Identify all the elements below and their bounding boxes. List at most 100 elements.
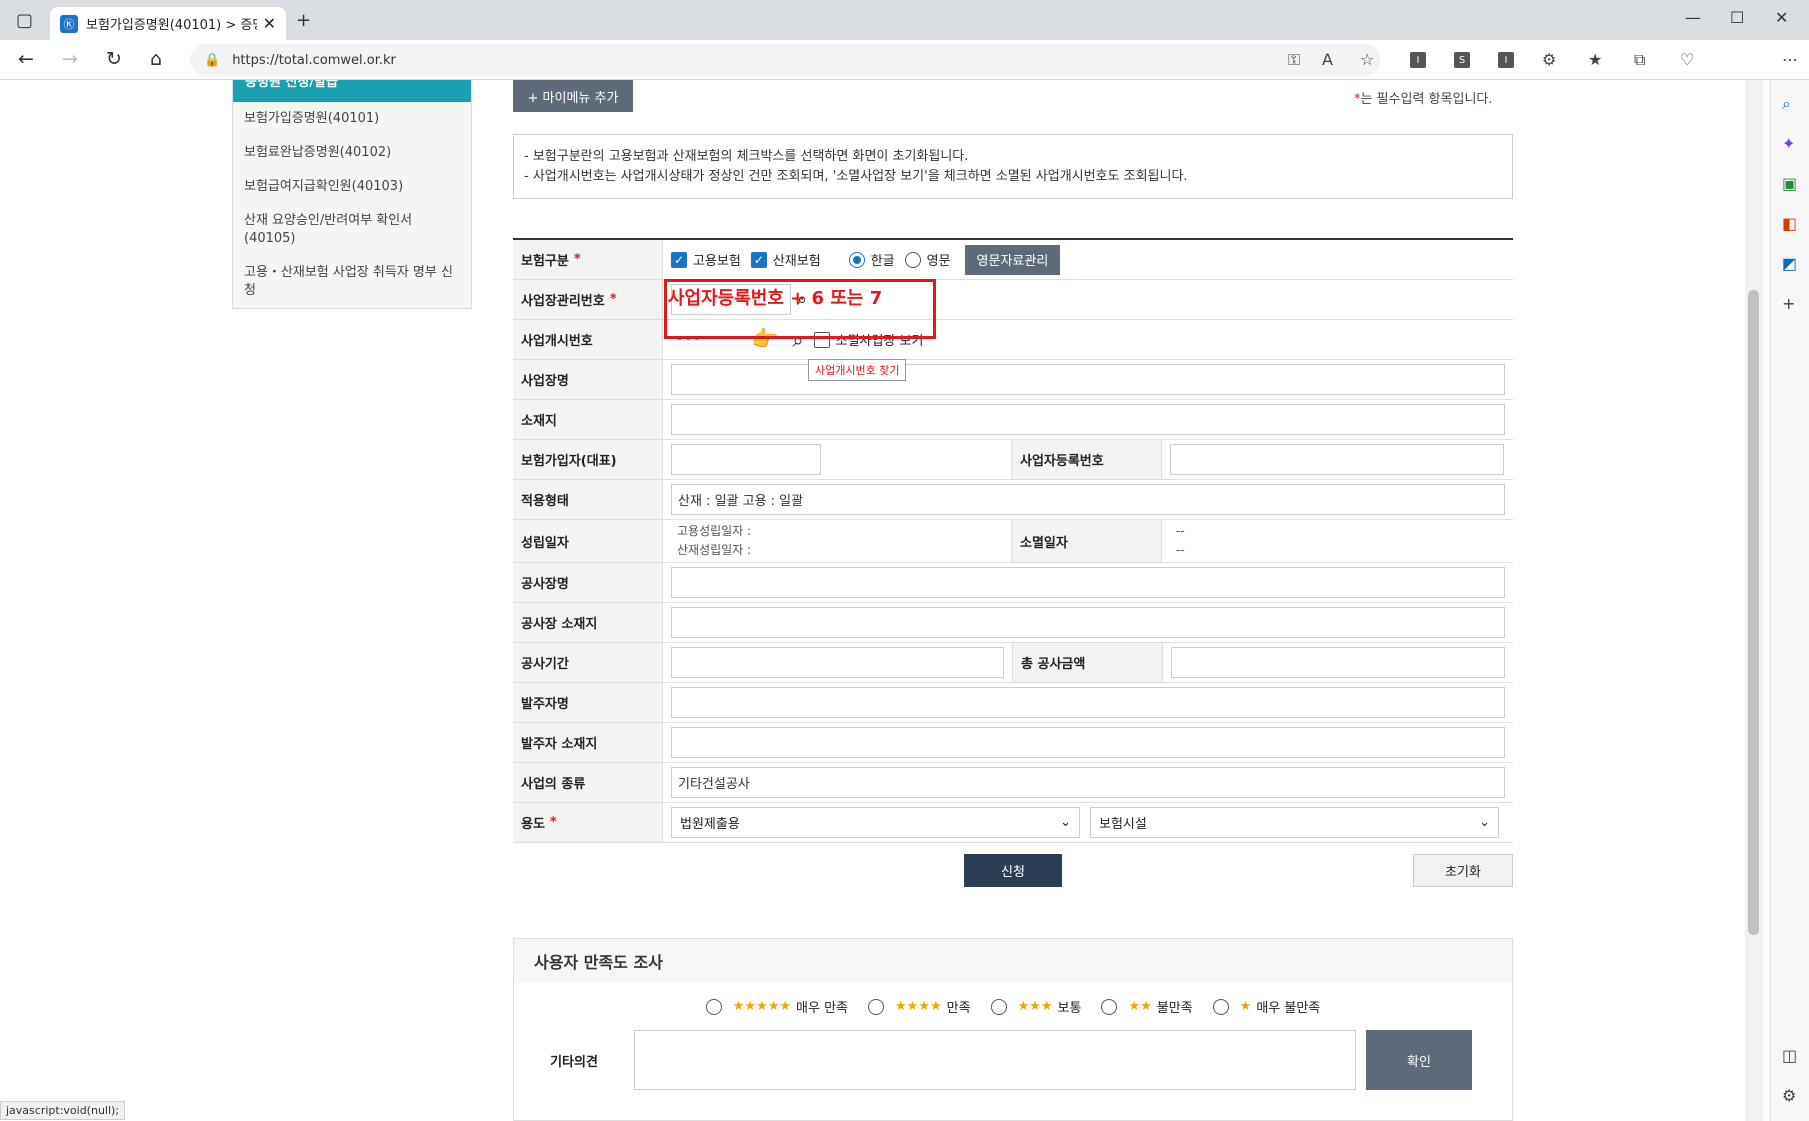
office-icon[interactable]: ◧ — [1782, 214, 1797, 233]
comment-textarea[interactable] — [634, 1030, 1356, 1090]
copilot-icon[interactable]: ✦ — [1782, 134, 1795, 153]
purpose-select-2[interactable]: 보험시설 ⌄ — [1090, 807, 1499, 838]
label-purpose: 용도 * — [513, 803, 663, 842]
left-nav-item[interactable]: 산재 요양승인/반려여부 확인서 (40105) — [233, 204, 471, 256]
extinct-date-1: -- — [1176, 524, 1185, 538]
site-location-input[interactable] — [671, 607, 1505, 638]
lock-icon[interactable]: 🔒 — [204, 53, 220, 68]
forward-icon[interactable]: → — [62, 48, 78, 70]
orderer-input[interactable] — [671, 687, 1505, 718]
total-amount-input[interactable] — [1171, 647, 1505, 678]
reset-button[interactable]: 초기화 — [1413, 854, 1513, 887]
annotation-highlight-box — [664, 279, 936, 339]
row-workplace-name: 사업장명 — [513, 360, 1513, 400]
close-tab-icon[interactable]: ✕ — [263, 14, 276, 33]
new-tab-icon[interactable]: + — [296, 10, 311, 31]
label-period: 공사기간 — [513, 643, 663, 682]
left-nav-item[interactable]: 보험급여지급확인원(40103) — [233, 170, 471, 204]
survey-radio-normal[interactable] — [990, 998, 1007, 1015]
survey-radio-dissatisfied[interactable] — [1101, 998, 1118, 1015]
survey-option-label: 불만족 — [1156, 1001, 1193, 1016]
english-label: 영문 — [926, 254, 951, 269]
korean-radio[interactable] — [848, 251, 865, 268]
add-my-menu-button[interactable]: + 마이메뉴 추가 — [513, 80, 633, 112]
collections-icon[interactable]: ⧉ — [1634, 50, 1645, 70]
left-nav-item[interactable]: 보험가입증명원(40101) — [233, 102, 471, 136]
scrollbar-thumb[interactable] — [1748, 290, 1759, 935]
purpose-select-1[interactable]: 법원제출용 ⌄ — [671, 807, 1080, 838]
industrial-checkbox[interactable]: ✓ — [750, 251, 767, 268]
search-icon[interactable]: ⌕ — [1782, 94, 1791, 114]
row-site-name: 공사장명 — [513, 563, 1513, 603]
comment-label: 기타의견 — [550, 1054, 598, 1070]
workplace-name-input[interactable] — [671, 364, 1505, 395]
page-content: 증명원 신청/발급 보험가입증명원(40101) 보험료완납증명원(40102)… — [0, 80, 1745, 1121]
shopping-icon[interactable]: ▣ — [1782, 174, 1797, 193]
minimize-icon[interactable]: — — [1685, 8, 1701, 27]
row-purpose: 용도 * 법원제출용 ⌄ 보험시설 ⌄ — [513, 803, 1513, 843]
favorites-icon[interactable]: ★ — [1588, 50, 1602, 69]
employment-establish-date: 고용성립일자 : — [677, 524, 752, 538]
add-icon[interactable]: + — [1782, 294, 1795, 313]
period-input[interactable] — [671, 647, 1004, 678]
tab-actions-icon[interactable]: ▢ — [16, 10, 33, 31]
settings-gear-icon[interactable]: ⚙ — [1782, 1086, 1796, 1105]
survey-option-label: 매우 불만족 — [1256, 1001, 1321, 1016]
browser-toolbar: ← → ↻ ⌂ 🔒 https://total.comwel.or.kr ⚿ A… — [0, 40, 1809, 111]
required-note: *는 필수입력 항목입니다. — [1354, 88, 1493, 107]
label-business-kind: 사업의 종류 — [513, 763, 663, 802]
purpose-select-2-value: 보험시설 — [1099, 817, 1147, 832]
left-nav-item[interactable]: 고용・산재보험 사업장 취득자 명부 신청 — [233, 256, 471, 308]
label-biz-reg-no: 사업자등록번호 — [1012, 440, 1162, 479]
submit-button[interactable]: 신청 — [964, 854, 1062, 887]
key-icon[interactable]: ⚿ — [1288, 50, 1300, 70]
page-scrollbar[interactable] — [1745, 80, 1763, 1121]
url-text: https://total.comwel.or.kr — [232, 52, 396, 68]
more-icon[interactable]: ⋯ — [1782, 50, 1798, 69]
left-nav-item[interactable]: 보험료완납증명원(40102) — [233, 136, 471, 170]
site-name-input[interactable] — [671, 567, 1505, 598]
address-bar[interactable]: 🔒 https://total.comwel.or.kr — [190, 44, 1380, 76]
row-insured-rep: 보험가입자(대표) 사업자등록번호 — [513, 440, 1513, 480]
site-favicon-icon: Ⓚ — [60, 14, 78, 33]
extension-1-icon[interactable]: I — [1410, 52, 1426, 68]
browser-essentials-icon[interactable]: ♡ — [1680, 50, 1694, 69]
label-orderer: 발주자명 — [513, 683, 663, 722]
biz-reg-no-input[interactable] — [1170, 444, 1504, 475]
english-radio[interactable] — [904, 251, 921, 268]
read-aloud-icon[interactable]: A — [1322, 50, 1333, 69]
extension-2-icon[interactable]: S — [1454, 52, 1470, 68]
label-workplace-name: 사업장명 — [513, 360, 663, 399]
back-icon[interactable]: ← — [18, 48, 34, 70]
outlook-icon[interactable]: ◩ — [1782, 254, 1797, 273]
close-window-icon[interactable]: ✕ — [1775, 8, 1788, 27]
favorite-icon[interactable]: ☆ — [1360, 50, 1374, 69]
survey-option-label: 만족 — [946, 1001, 971, 1016]
maximize-icon[interactable]: ☐ — [1730, 8, 1744, 27]
survey-radio-very-satisfied[interactable] — [705, 998, 722, 1015]
extension-3-icon[interactable]: I — [1498, 52, 1514, 68]
location-input[interactable] — [671, 404, 1505, 435]
left-nav: 증명원 신청/발급 보험가입증명원(40101) 보험료완납증명원(40102)… — [232, 80, 472, 309]
label-workplace-mgmt-no: 사업장관리번호 * — [513, 280, 663, 319]
employment-checkbox[interactable]: ✓ — [671, 251, 687, 268]
korean-label: 한글 — [870, 254, 895, 269]
notice-box: - 보험구분란의 고용보험과 산재보험의 체크박스를 선택하면 화면이 초기화됩… — [513, 134, 1513, 199]
insured-rep-input[interactable] — [671, 444, 821, 475]
survey-radio-satisfied[interactable] — [868, 998, 885, 1015]
extensions-icon[interactable]: ⚙ — [1542, 50, 1556, 69]
employment-label: 고용보험 — [693, 254, 741, 269]
purpose-select-1-value: 법원제출용 — [680, 817, 740, 832]
survey-radio-very-dissatisfied[interactable] — [1212, 998, 1229, 1015]
orderer-location-input[interactable] — [671, 727, 1505, 758]
browser-tab[interactable]: Ⓚ 보험가입증명원(40101) > 증명원 ✕ — [50, 7, 286, 40]
english-data-mgmt-button[interactable]: 영문자료관리 — [964, 244, 1061, 275]
sidebar-toggle-icon[interactable]: ◫ — [1782, 1046, 1797, 1065]
refresh-icon[interactable]: ↻ — [106, 48, 122, 70]
edge-sidebar: ⌕ ✦ ▣ ◧ ◩ + ◫ ⚙ — [1770, 80, 1809, 1121]
survey-confirm-button[interactable]: 확인 — [1366, 1030, 1472, 1090]
home-icon[interactable]: ⌂ — [150, 48, 162, 70]
notice-line: - 사업개시번호는 사업개시상태가 정상인 건만 조회되며, '소멸사업장 보기… — [524, 169, 1188, 184]
label-establish-date: 성립일자 — [513, 520, 663, 562]
chevron-down-icon: ⌄ — [1479, 815, 1490, 830]
